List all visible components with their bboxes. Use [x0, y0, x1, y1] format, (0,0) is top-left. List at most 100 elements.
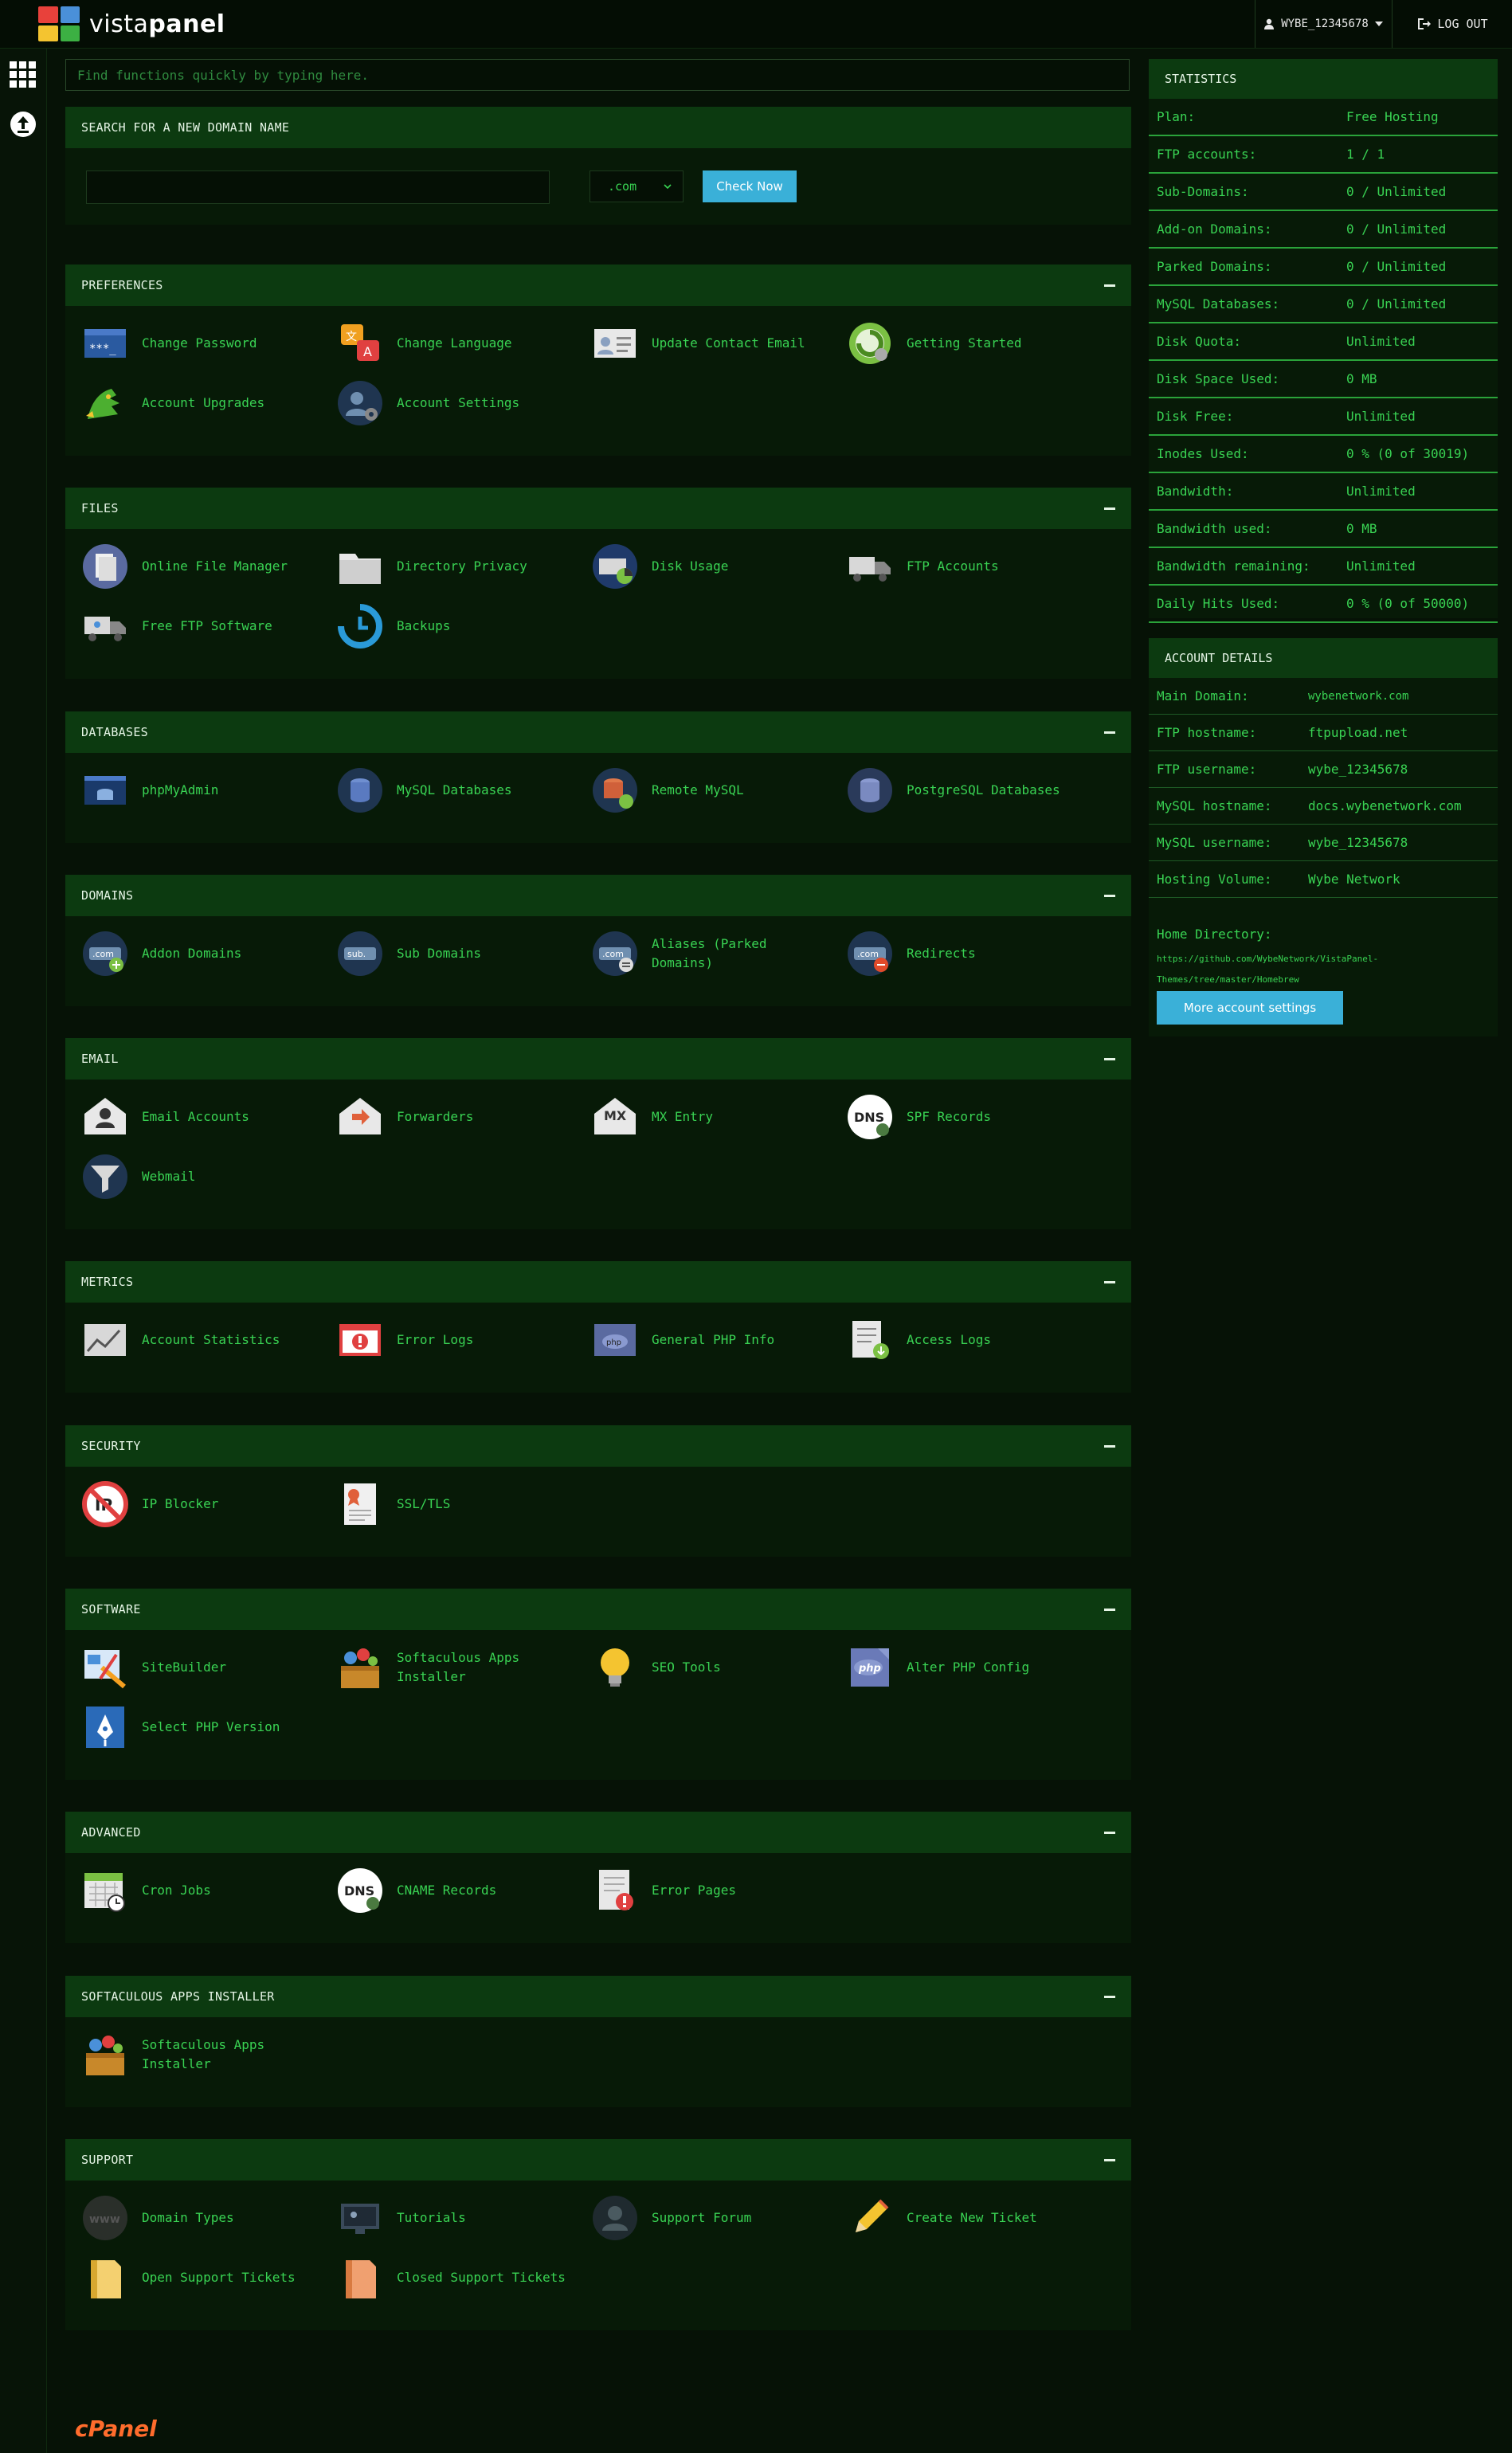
- panel-header[interactable]: DOMAINS: [65, 875, 1131, 916]
- tool-icon-wrap: [81, 1867, 129, 1914]
- tool-icon-wrap: [591, 319, 639, 367]
- tool-domain-types[interactable]: www Domain Types: [81, 2193, 320, 2243]
- panel-header[interactable]: SOFTACULOUS APPS INSTALLER: [65, 1976, 1131, 2017]
- tool-cname-records[interactable]: DNS CNAME Records: [336, 1866, 575, 1915]
- stat-row: Disk Free: Unlimited: [1149, 398, 1498, 436]
- panel-header[interactable]: DATABASES: [65, 711, 1131, 753]
- check-now-button[interactable]: Check Now: [703, 170, 797, 202]
- tool-ip-blocker[interactable]: IP IP Blocker: [81, 1479, 320, 1529]
- collapse-icon[interactable]: [1104, 1608, 1115, 1611]
- tool-webmail[interactable]: Webmail: [81, 1152, 320, 1201]
- svg-text:DNS: DNS: [344, 1883, 374, 1899]
- tld-select[interactable]: .com: [590, 170, 684, 202]
- tool-seo-tools[interactable]: SEO Tools: [591, 1643, 830, 1692]
- tool-email-accounts[interactable]: Email Accounts: [81, 1092, 320, 1142]
- logout-button[interactable]: LOG OUT: [1392, 0, 1512, 48]
- tool-change-password[interactable]: ***_ Change Password: [81, 319, 320, 368]
- tool-icon-wrap: [846, 766, 894, 814]
- user-menu[interactable]: WYBE_12345678: [1255, 0, 1391, 48]
- tool-account-statistics[interactable]: Account Statistics: [81, 1315, 320, 1365]
- collapse-icon[interactable]: [1104, 1995, 1115, 1998]
- tool-mx-entry[interactable]: MX MX Entry: [591, 1092, 830, 1142]
- tool-redirects[interactable]: .com Redirects: [846, 929, 1085, 978]
- domain-search-panel: SEARCH FOR A NEW DOMAIN NAME .com Check …: [65, 107, 1131, 225]
- tool-support-forum[interactable]: Support Forum: [591, 2193, 830, 2243]
- tool-update-contact-email[interactable]: Update Contact Email: [591, 319, 830, 368]
- upload-button[interactable]: [6, 108, 40, 141]
- tool-getting-started[interactable]: Getting Started: [846, 319, 1085, 368]
- tool-tutorials[interactable]: Tutorials: [336, 2193, 575, 2243]
- tool-label: Error Logs: [397, 1332, 474, 1347]
- tool-access-logs[interactable]: Access Logs: [846, 1315, 1085, 1365]
- collapse-icon[interactable]: [1104, 1057, 1115, 1060]
- collapse-icon[interactable]: [1104, 2158, 1115, 2161]
- collapse-icon[interactable]: [1104, 1444, 1115, 1448]
- tool-label: SPF Records: [907, 1109, 991, 1124]
- tool-ssl-tls[interactable]: SSL/TLS: [336, 1479, 575, 1529]
- tool-addon-domains[interactable]: .com Addon Domains: [81, 929, 320, 978]
- tool-remote-mysql[interactable]: Remote MySQL: [591, 766, 830, 815]
- tool-directory-privacy[interactable]: Directory Privacy: [336, 542, 575, 591]
- stat-value: Unlimited: [1346, 409, 1416, 424]
- tool-free-ftp-software[interactable]: Free FTP Software: [81, 601, 320, 651]
- stat-key: Disk Quota:: [1157, 334, 1241, 349]
- tool-ftp-accounts[interactable]: FTP Accounts: [846, 542, 1085, 591]
- panel-header[interactable]: EMAIL: [65, 1038, 1131, 1080]
- tool-general-php-info[interactable]: php General PHP Info: [591, 1315, 830, 1365]
- panel-header[interactable]: FILES: [65, 488, 1131, 529]
- tool-label: Email Accounts: [142, 1109, 249, 1124]
- tool-online-file-manager[interactable]: Online File Manager: [81, 542, 320, 591]
- addon-domain-icon: .com: [83, 931, 127, 976]
- collapse-icon[interactable]: [1104, 894, 1115, 897]
- collapse-icon[interactable]: [1104, 507, 1115, 510]
- collapse-icon[interactable]: [1104, 1280, 1115, 1283]
- panel-header[interactable]: METRICS: [65, 1261, 1131, 1303]
- panel-header[interactable]: SUPPORT: [65, 2139, 1131, 2181]
- database-icon: [338, 768, 382, 813]
- lightbulb-icon: [601, 1648, 629, 1687]
- tool-error-logs[interactable]: Error Logs: [336, 1315, 575, 1365]
- tool-icon-wrap: .com: [81, 930, 129, 978]
- tool-aliases-parked-domains[interactable]: .com Aliases (Parked Domains): [591, 929, 830, 978]
- tool-cron-jobs[interactable]: Cron Jobs: [81, 1866, 320, 1915]
- tool-phpmyadmin[interactable]: phpMyAdmin: [81, 766, 320, 815]
- account-row: MySQL hostname: docs.wybenetwork.com: [1149, 788, 1498, 825]
- stat-value: Unlimited: [1346, 334, 1416, 349]
- top-bar: vistapanel WYBE_12345678 LOG OUT: [0, 0, 1512, 49]
- more-account-settings-button[interactable]: More account settings: [1157, 991, 1343, 1025]
- tool-sitebuilder[interactable]: SiteBuilder: [81, 1643, 320, 1692]
- vistapanel-logo[interactable]: vistapanel: [38, 6, 225, 41]
- error-page-icon: [599, 1870, 633, 1910]
- tool-change-language[interactable]: A 文 Change Language: [336, 319, 575, 368]
- tool-postgresql-databases[interactable]: PostgreSQL Databases: [846, 766, 1085, 815]
- panel-header[interactable]: SOFTWARE: [65, 1589, 1131, 1630]
- tool-account-upgrades[interactable]: Account Upgrades: [81, 378, 320, 428]
- panel-header[interactable]: PREFERENCES: [65, 265, 1131, 306]
- tool-mysql-databases[interactable]: MySQL Databases: [336, 766, 575, 815]
- tool-sub-domains[interactable]: sub. Sub Domains: [336, 929, 575, 978]
- tool-backups[interactable]: Backups: [336, 601, 575, 651]
- collapse-icon[interactable]: [1104, 731, 1115, 734]
- collapse-icon[interactable]: [1104, 284, 1115, 287]
- panel-header[interactable]: SECURITY: [65, 1425, 1131, 1467]
- tool-select-php-version[interactable]: Select PHP Version: [81, 1703, 320, 1752]
- tool-account-settings[interactable]: Account Settings: [336, 378, 575, 428]
- tool-icon-wrap: [336, 602, 384, 650]
- panel-header[interactable]: ADVANCED: [65, 1812, 1131, 1853]
- tool-alter-php-config[interactable]: php Alter PHP Config: [846, 1643, 1085, 1692]
- apps-grid-button[interactable]: [6, 58, 40, 92]
- quick-search-input[interactable]: [65, 59, 1130, 91]
- tool-softaculous-apps-installer[interactable]: Softaculous Apps Installer: [336, 1643, 575, 1692]
- tool-create-new-ticket[interactable]: Create New Ticket: [846, 2193, 1085, 2243]
- tool-closed-support-tickets[interactable]: Closed Support Tickets: [336, 2253, 575, 2302]
- tool-label: Select PHP Version: [142, 1719, 280, 1734]
- tool-spf-records[interactable]: DNS SPF Records: [846, 1092, 1085, 1142]
- tool-open-support-tickets[interactable]: Open Support Tickets: [81, 2253, 320, 2302]
- domain-name-input[interactable]: [86, 170, 550, 204]
- tool-label: Open Support Tickets: [142, 2270, 296, 2285]
- tool-softaculous-apps-installer[interactable]: Softaculous Apps Installer: [81, 2030, 320, 2079]
- tool-error-pages[interactable]: Error Pages: [591, 1866, 830, 1915]
- collapse-icon[interactable]: [1104, 1831, 1115, 1834]
- tool-forwarders[interactable]: Forwarders: [336, 1092, 575, 1142]
- tool-disk-usage[interactable]: Disk Usage: [591, 542, 830, 591]
